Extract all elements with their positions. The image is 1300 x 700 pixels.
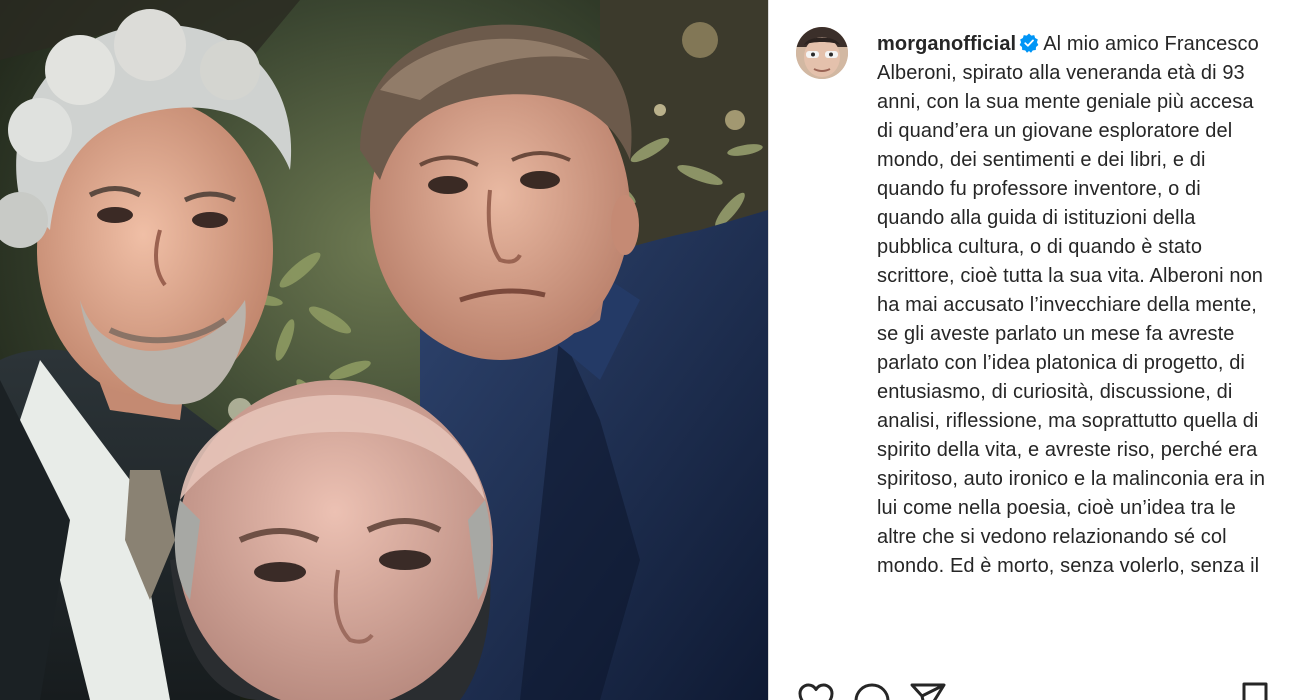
comment-button[interactable]: [852, 680, 892, 700]
username-link[interactable]: morganofficial: [877, 33, 1016, 55]
heart-icon: [798, 683, 834, 700]
action-bar: [769, 652, 1300, 700]
post-photo[interactable]: [0, 0, 768, 700]
caption-scroll-area[interactable]: morganofficial Al mio amico Francesco Alb…: [769, 0, 1300, 652]
caption-text: Al mio amico Francesco Alberoni, spirato…: [877, 33, 1266, 577]
bookmark-icon: [1242, 682, 1268, 700]
post-sidebar: morganofficial Al mio amico Francesco Alb…: [768, 0, 1300, 700]
save-button[interactable]: [1235, 680, 1275, 700]
like-button[interactable]: [796, 680, 836, 700]
instagram-post: morganofficial Al mio amico Francesco Alb…: [0, 0, 1300, 700]
comment-icon: [854, 683, 890, 700]
photo-illustration: [0, 0, 768, 700]
profile-avatar[interactable]: [796, 27, 848, 79]
verified-badge-icon: [1019, 33, 1039, 53]
share-button[interactable]: [908, 680, 948, 700]
post-caption: morganofficial Al mio amico Francesco Alb…: [877, 30, 1273, 581]
avatar-image: [796, 27, 848, 79]
paper-plane-icon: [910, 683, 946, 700]
